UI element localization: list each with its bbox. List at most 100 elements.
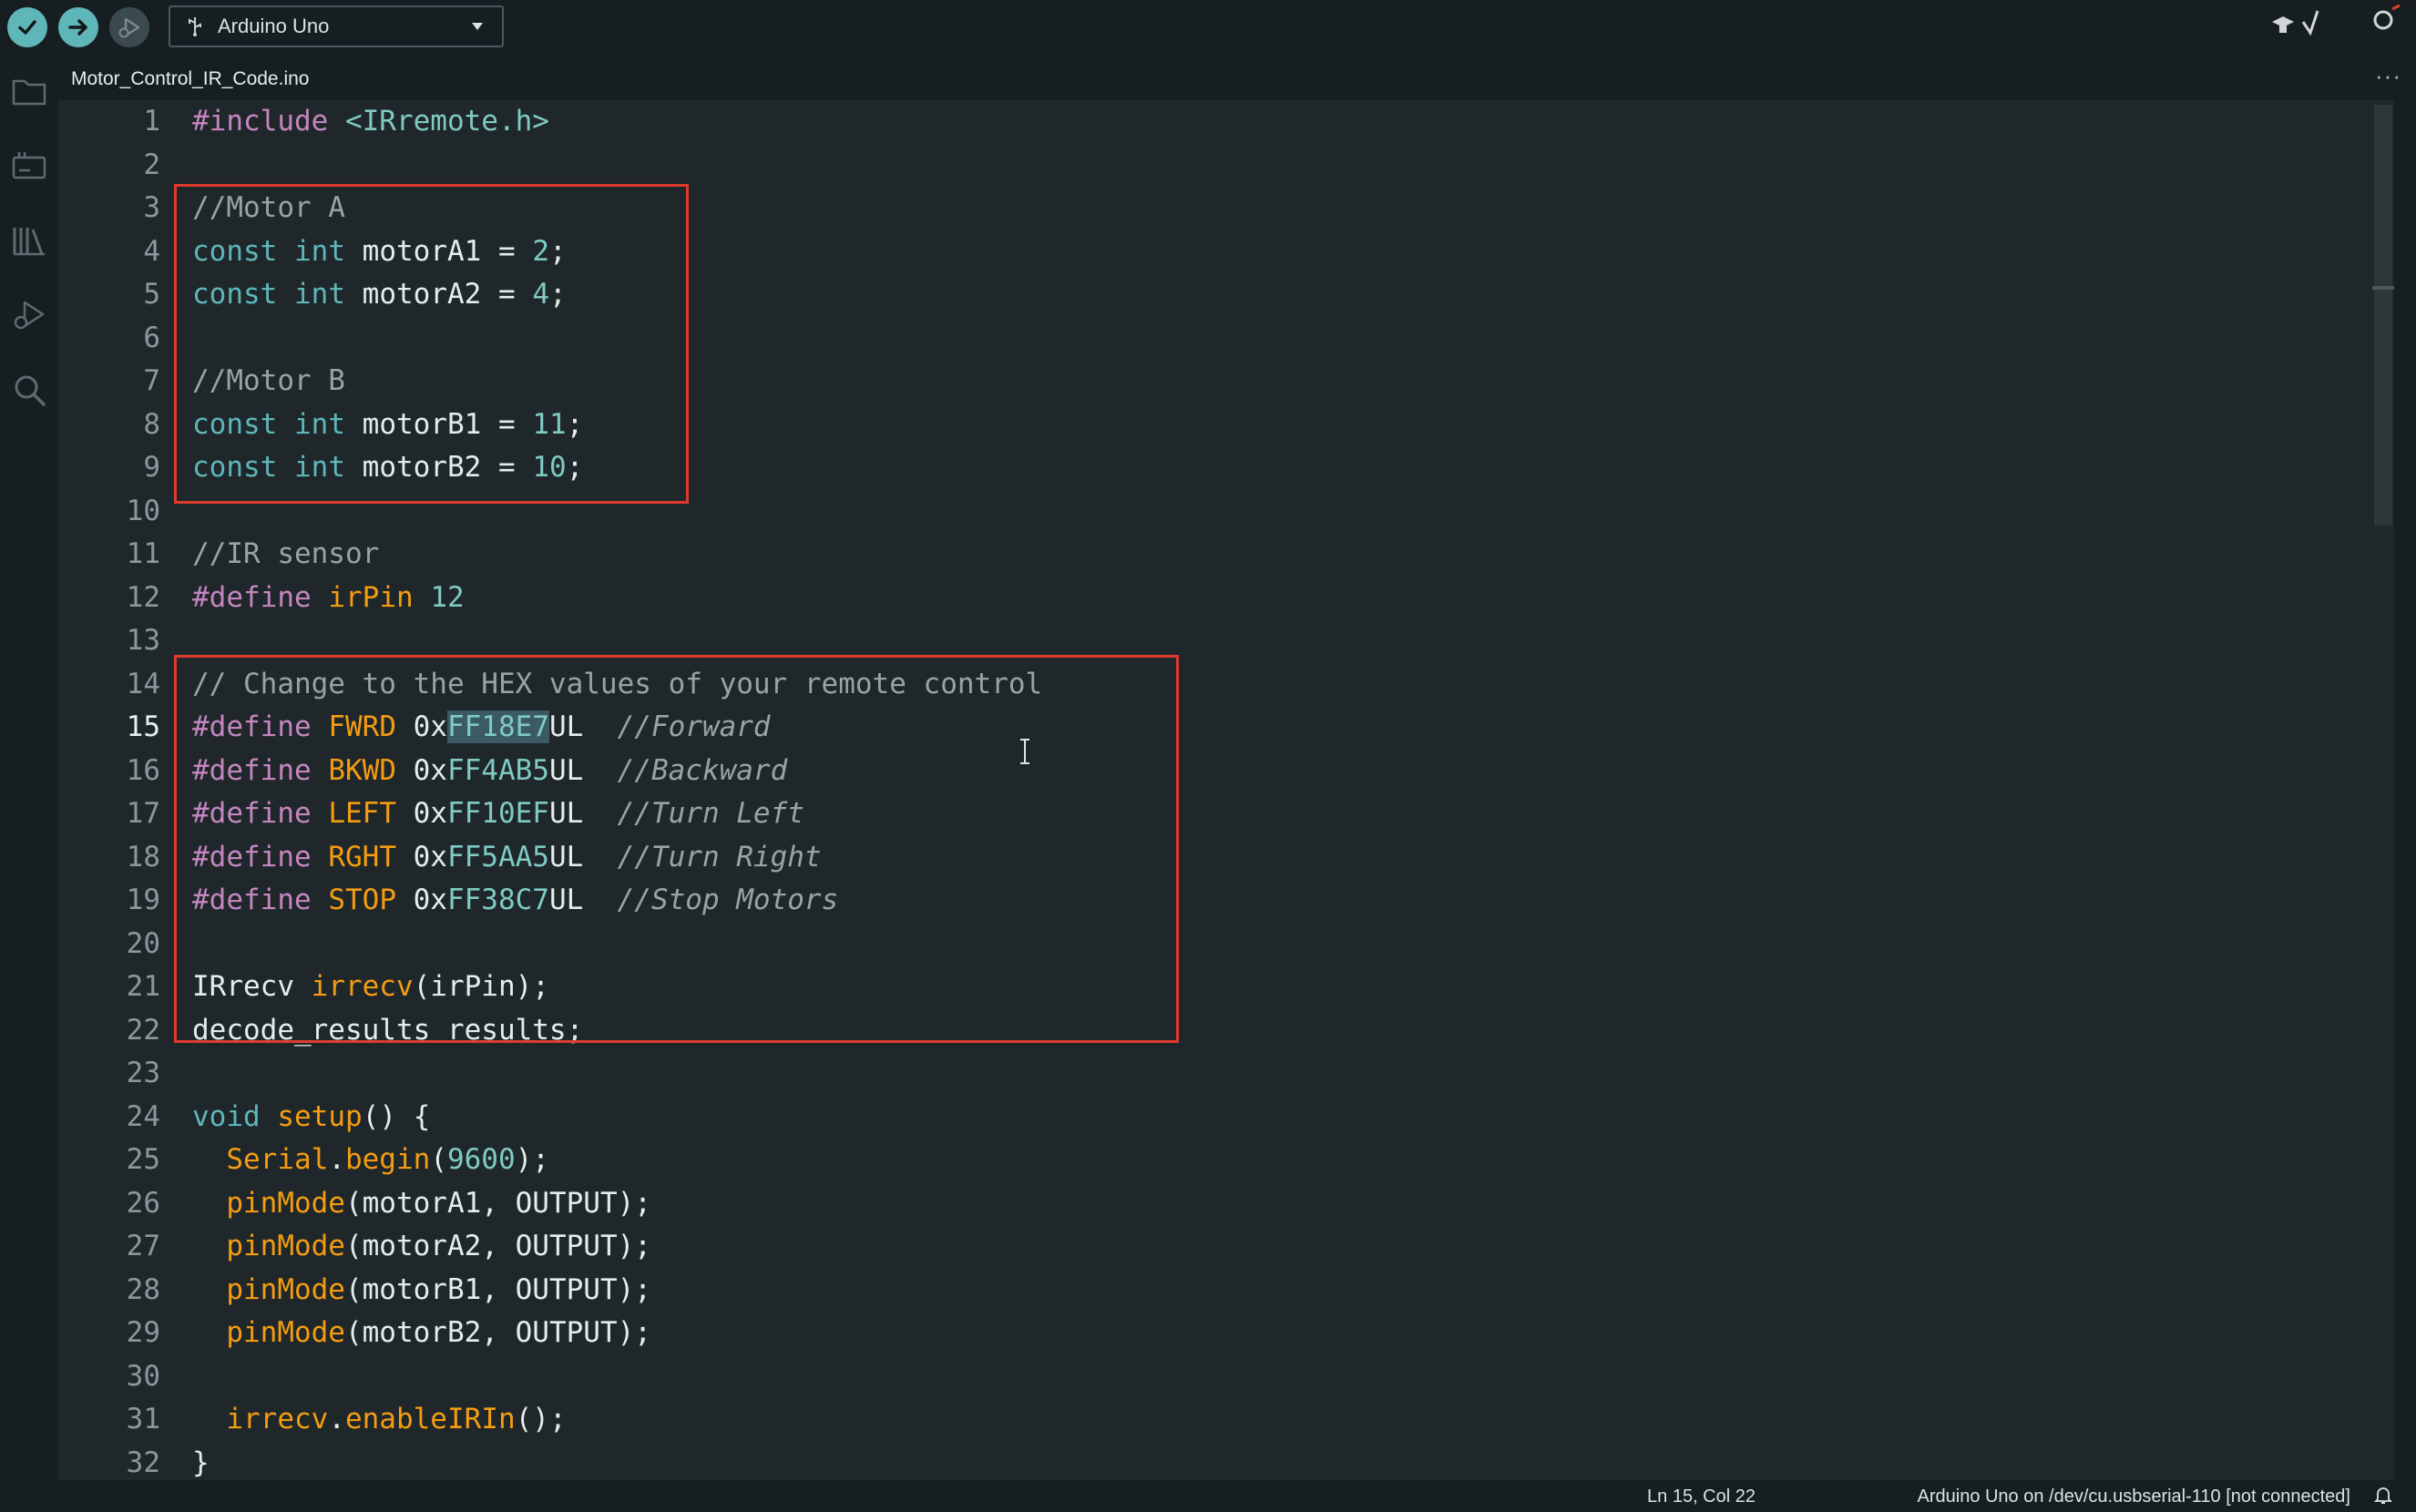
usb-icon: [189, 17, 201, 36]
line-number: 23: [126, 1057, 160, 1089]
line-number: 13: [126, 624, 160, 657]
code-token: ();: [515, 1403, 567, 1435]
line-number: 26: [126, 1186, 160, 1220]
code-line[interactable]: Serial.begin(9600);: [192, 1139, 549, 1182]
serial-tools: [2267, 4, 2403, 44]
search-button[interactable]: [9, 370, 49, 410]
code-token: );: [515, 1143, 549, 1176]
line-number: 32: [126, 1446, 160, 1479]
code-token: (motorA2, OUTPUT);: [344, 1230, 651, 1262]
bell-icon[interactable]: [2374, 1486, 2392, 1506]
line-number: 16: [126, 753, 160, 787]
code-token: setup: [277, 1099, 363, 1133]
code-token: }: [192, 1446, 210, 1479]
checkmark-icon: [18, 20, 36, 35]
search-icon: [15, 375, 46, 406]
code-token: enableIRIn: [344, 1403, 516, 1435]
upload-button[interactable]: [58, 7, 98, 47]
code-token: (motorB2, OUTPUT);: [344, 1316, 651, 1349]
code-line[interactable]: void setup() {: [192, 1096, 430, 1139]
line-number: 27: [126, 1230, 160, 1262]
line-number: 3: [143, 191, 160, 224]
code-token: () {: [362, 1099, 431, 1133]
code-line[interactable]: #include <IRremote.h>: [192, 100, 549, 144]
debug-panel-button[interactable]: [9, 295, 49, 335]
debug-button[interactable]: [109, 7, 149, 47]
code-token: (: [430, 1143, 447, 1176]
text-cursor-icon: [1020, 739, 1029, 764]
line-number: 28: [126, 1272, 160, 1306]
code-line[interactable]: #define irPin 12: [192, 577, 465, 620]
arrow-right-icon: [68, 19, 87, 36]
line-number: 25: [126, 1143, 160, 1176]
line-number: 20: [126, 926, 160, 960]
library-manager-button[interactable]: [9, 220, 49, 261]
code-line[interactable]: //IR sensor: [192, 533, 379, 577]
board-name: Arduino Uno: [218, 15, 330, 37]
tab-motor-control[interactable]: Motor_Control_IR_Code.ino: [71, 55, 309, 100]
debug-icon: [118, 17, 140, 38]
board-selector[interactable]: Arduino Uno: [169, 5, 504, 47]
debug-play-icon: [14, 301, 45, 330]
code-token: void: [192, 1099, 261, 1133]
line-number: 8: [143, 407, 160, 441]
line-number: 29: [126, 1316, 160, 1349]
chevron-down-icon: [472, 23, 483, 30]
line-number: 21: [126, 970, 160, 1003]
line-number: 31: [126, 1403, 160, 1435]
code-token: .: [328, 1403, 345, 1435]
line-number: 19: [126, 884, 160, 916]
line-number: 18: [126, 840, 160, 873]
code-editor[interactable]: 1 2 3 4 5 6 7 8 9 10 11 12 13 14 15 16 17 18 19 20 21 22 23 24 2…: [58, 100, 2394, 1480]
code-line[interactable]: pinMode(motorB2, OUTPUT);: [192, 1312, 651, 1355]
boards-manager-button[interactable]: [9, 146, 49, 186]
code-token: //IR sensor: [192, 537, 380, 570]
code-token: pinMode: [226, 1230, 345, 1262]
more-options-button[interactable]: ···: [2375, 62, 2401, 90]
line-number: 12: [126, 580, 160, 614]
line-number: 4: [143, 234, 160, 268]
toolbar: Arduino Uno: [0, 0, 2416, 55]
code-token: (motorB1, OUTPUT);: [344, 1272, 651, 1306]
hex-values-highlight: [174, 655, 1179, 1043]
vertical-scrollbar[interactable]: [2372, 100, 2394, 1480]
verify-button[interactable]: [7, 7, 47, 47]
code-token: #define: [192, 580, 312, 614]
scrollbar-thumb[interactable]: [2374, 105, 2392, 526]
code-line[interactable]: irrecv.enableIRIn();: [192, 1398, 567, 1442]
code-token: pinMode: [226, 1316, 345, 1349]
library-icon: [13, 228, 45, 256]
code-token: .: [328, 1143, 345, 1176]
line-number: 17: [126, 797, 160, 830]
code-line[interactable]: }: [192, 1442, 210, 1481]
code-token: irrecv: [226, 1403, 329, 1435]
cursor-position: Ln 15, Col 22: [1647, 1486, 1756, 1507]
line-number: 30: [126, 1359, 160, 1393]
code-line[interactable]: pinMode(motorA2, OUTPUT);: [192, 1225, 651, 1269]
code-token: irPin: [328, 580, 414, 614]
code-line[interactable]: pinMode(motorA1, OUTPUT);: [192, 1182, 651, 1226]
line-number: 6: [143, 321, 160, 354]
board-icon: [12, 152, 46, 179]
code-token: 9600: [446, 1143, 516, 1176]
code-token: begin: [344, 1143, 431, 1176]
line-number: 22: [126, 1013, 160, 1047]
line-number: 9: [143, 451, 160, 484]
sketchbook-button[interactable]: [9, 71, 49, 111]
line-number: 24: [126, 1099, 160, 1133]
line-number: 5: [143, 278, 160, 311]
line-number: 11: [126, 537, 160, 570]
status-bar: Ln 15, Col 22 Arduino Uno on /dev/cu.usb…: [0, 1480, 2416, 1512]
code-token: (motorA1, OUTPUT);: [344, 1186, 651, 1220]
code-line[interactable]: pinMode(motorB1, OUTPUT);: [192, 1269, 651, 1313]
serial-monitor-icon[interactable]: [2267, 4, 2403, 44]
line-number-gutter: 1 2 3 4 5 6 7 8 9 10 11 12 13 14 15 16 17 18 19 20 21 22 23 24 2…: [58, 100, 160, 1480]
code-token: pinMode: [226, 1272, 345, 1306]
